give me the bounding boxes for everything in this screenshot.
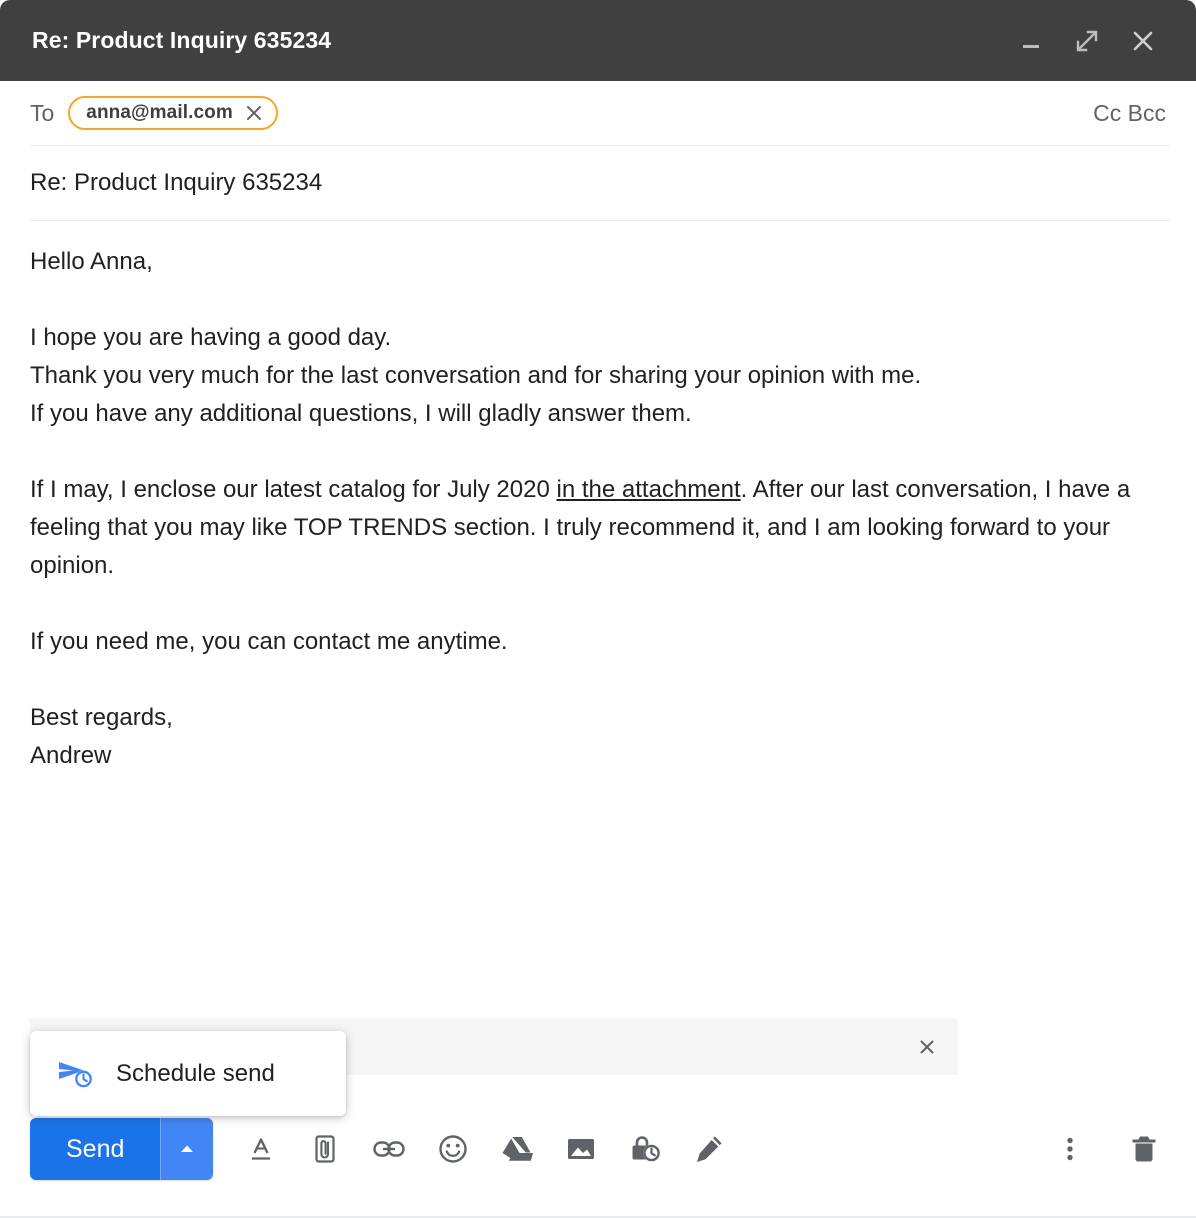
body-line-1: I hope you are having a good day. (30, 324, 392, 351)
message-body[interactable]: Hello Anna, I hope you are having a good… (0, 221, 1196, 1011)
cc-bcc-toggle[interactable]: Cc Bcc (1093, 100, 1166, 127)
body-blank-2 (30, 433, 1166, 471)
schedule-send-icon (56, 1057, 96, 1091)
recipient-email: anna@mail.com (86, 102, 233, 123)
chip-remove-icon[interactable] (243, 102, 265, 124)
insert-emoji-icon[interactable] (431, 1127, 475, 1171)
window-controls (1016, 26, 1172, 56)
formatting-options-icon[interactable] (239, 1127, 283, 1171)
insert-photo-icon[interactable] (559, 1127, 603, 1171)
recipient-chip[interactable]: anna@mail.com (68, 96, 278, 130)
body-line-5: If you need me, you can contact me anyti… (30, 628, 508, 655)
expand-icon[interactable] (1072, 26, 1102, 56)
google-drive-icon[interactable] (495, 1127, 539, 1171)
body-blank-4 (30, 661, 1166, 699)
insert-signature-icon[interactable] (687, 1127, 731, 1171)
body-blank-1 (30, 281, 1166, 319)
send-button-group: Send (30, 1118, 214, 1180)
to-label: To (30, 99, 55, 126)
schedule-send-menu-item[interactable]: Schedule send (30, 1031, 346, 1116)
body-greeting: Hello Anna, (30, 248, 153, 275)
toolbar-icon-group (239, 1127, 1048, 1171)
recipients-row[interactable]: To anna@mail.com Cc Bcc (0, 81, 1196, 145)
window-title: Re: Product Inquiry 635234 (32, 27, 332, 53)
trash-icon[interactable] (1122, 1127, 1166, 1171)
subject-input[interactable]: Re: Product Inquiry 635234 (30, 169, 322, 197)
compose-window: Re: Product Inquiry 635234 To anna@mail.… (0, 0, 1196, 1218)
body-line-2: Thank you very much for the last convers… (30, 362, 922, 389)
send-options-dropdown[interactable] (160, 1118, 214, 1180)
attachment-remove-icon[interactable] (914, 1034, 940, 1060)
confidential-mode-icon[interactable] (623, 1127, 667, 1171)
body-attachment-link: in the attachment (556, 476, 741, 503)
title-bar: Re: Product Inquiry 635234 (0, 0, 1196, 81)
body-line-3: If you have any additional questions, I … (30, 400, 692, 427)
body-line-4a: If I may, I enclose our latest catalog f… (30, 476, 557, 503)
body-sender-name: Andrew (30, 742, 112, 769)
send-button[interactable]: Send (30, 1118, 161, 1180)
body-signoff: Best regards, (30, 704, 173, 731)
toolbar-right-group (1048, 1127, 1166, 1171)
attach-file-icon[interactable] (303, 1127, 347, 1171)
more-options-icon[interactable] (1048, 1127, 1092, 1171)
subject-row[interactable]: Re: Product Inquiry 635234 (0, 146, 1196, 220)
body-paragraph-attachment: If I may, I enclose our latest catalog f… (30, 471, 1166, 585)
minimize-icon[interactable] (1016, 26, 1046, 56)
schedule-send-label: Schedule send (116, 1059, 275, 1087)
body-blank-3 (30, 585, 1166, 623)
insert-link-icon[interactable] (367, 1127, 411, 1171)
close-icon[interactable] (1128, 26, 1158, 56)
